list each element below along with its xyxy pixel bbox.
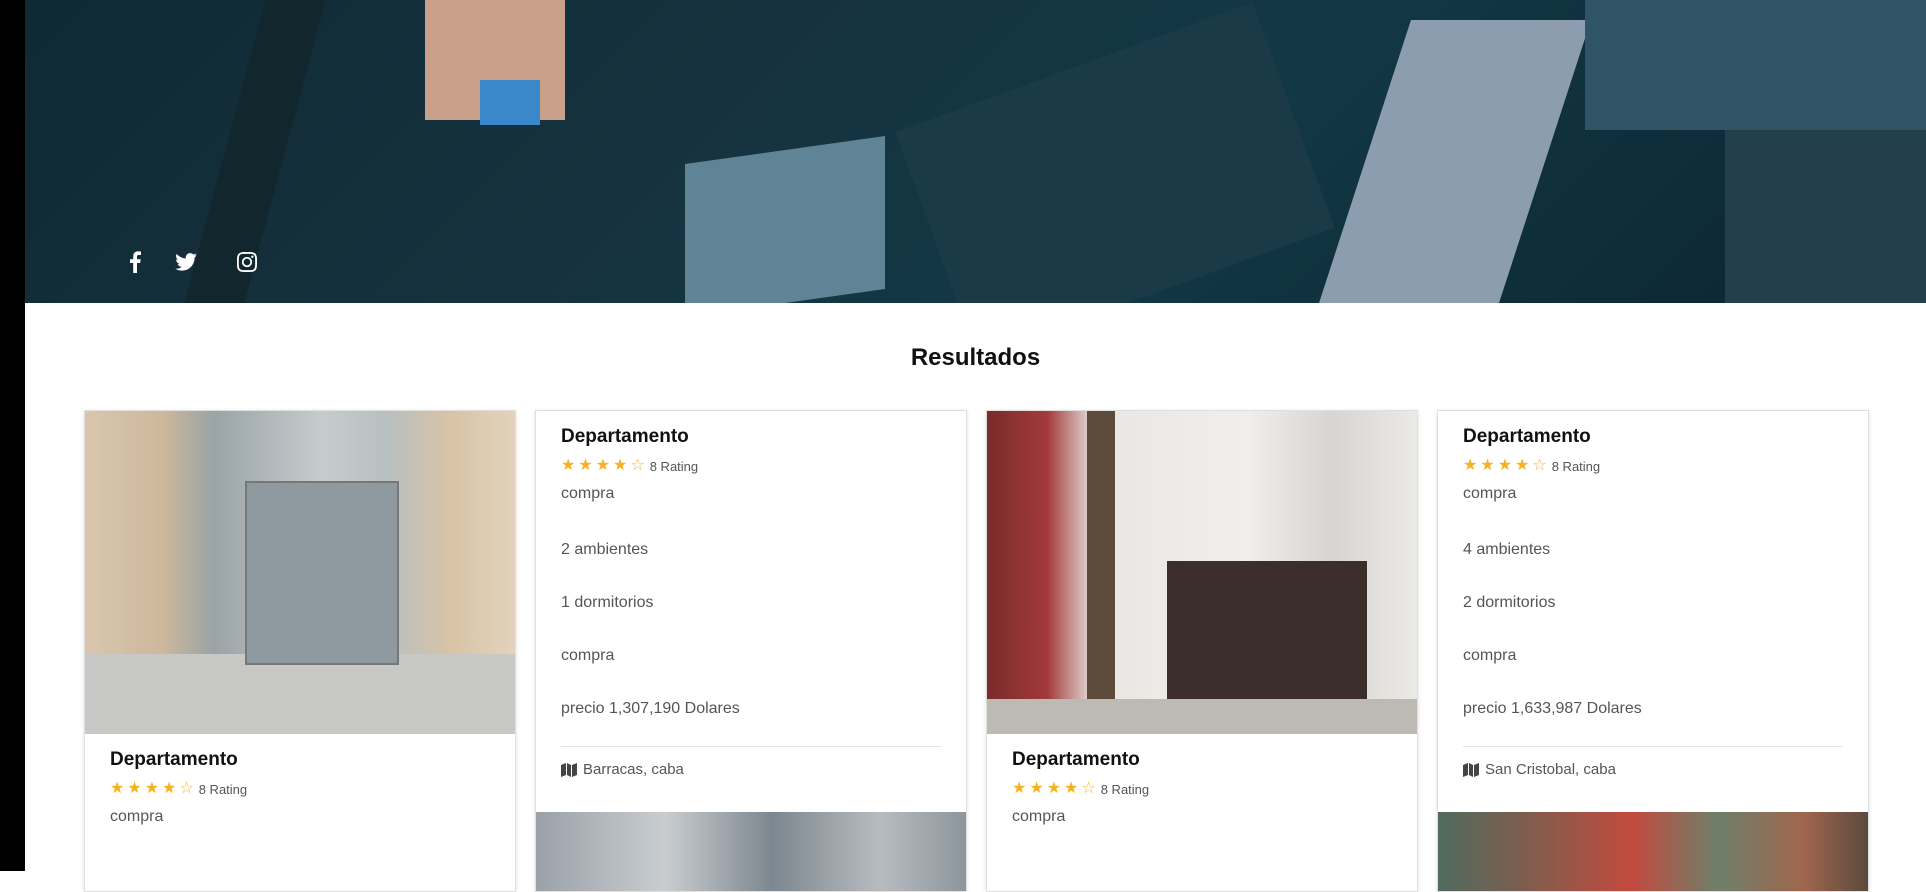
operation-text: compra bbox=[1012, 808, 1066, 825]
rating: ★ ★ ★ ★ ☆ 8 Rating bbox=[1012, 780, 1392, 798]
photo-floor bbox=[85, 654, 515, 734]
divider bbox=[561, 746, 941, 747]
hero-building bbox=[1725, 130, 1926, 303]
photo-door bbox=[245, 481, 399, 665]
property-card[interactable]: Departamento ★ ★ ★ ★ ☆ 8 Rating compra bbox=[986, 410, 1418, 892]
star-icon: ★ bbox=[127, 780, 142, 797]
star-icon: ★ bbox=[110, 780, 125, 797]
hero-building bbox=[685, 135, 885, 303]
card-title[interactable]: Departamento bbox=[561, 425, 941, 449]
property-card[interactable]: Departamento ★ ★ ★ ★ ☆ 8 Rating compra 4… bbox=[1437, 410, 1869, 892]
operation-text: compra bbox=[110, 808, 164, 825]
rating: ★ ★ ★ ★ ☆ 8 Rating bbox=[110, 780, 490, 798]
card-title[interactable]: Departamento bbox=[110, 748, 490, 772]
star-outline-icon: ☆ bbox=[630, 457, 645, 474]
star-icon: ★ bbox=[1064, 780, 1079, 797]
facebook-icon bbox=[130, 251, 141, 273]
operation-text: compra bbox=[1463, 647, 1517, 664]
star-icon: ★ bbox=[1029, 780, 1044, 797]
property-photo bbox=[1438, 812, 1868, 891]
star-outline-icon: ☆ bbox=[179, 780, 194, 797]
rating-text: 8 Rating bbox=[1100, 781, 1150, 797]
property-card[interactable]: Departamento ★ ★ ★ ★ ☆ 8 Rating compra bbox=[84, 410, 516, 892]
hero-building bbox=[1585, 0, 1926, 130]
map-icon bbox=[1463, 762, 1479, 777]
hero-pool bbox=[480, 80, 540, 125]
instagram-link[interactable] bbox=[232, 247, 262, 277]
star-outline-icon: ☆ bbox=[1081, 780, 1096, 797]
property-photo bbox=[85, 411, 515, 734]
star-icon: ★ bbox=[162, 780, 177, 797]
twitter-link[interactable] bbox=[171, 247, 201, 277]
location: Barracas, caba bbox=[561, 761, 941, 778]
instagram-icon bbox=[237, 252, 257, 272]
rating: ★ ★ ★ ★ ☆ 8 Rating bbox=[561, 457, 941, 475]
star-icon: ★ bbox=[1012, 780, 1027, 797]
location-text: San Cristobal, caba bbox=[1485, 761, 1616, 778]
star-icon: ★ bbox=[144, 780, 160, 797]
rating-text: 8 Rating bbox=[1551, 458, 1601, 474]
star-outline-icon: ☆ bbox=[1532, 457, 1547, 474]
card-title[interactable]: Departamento bbox=[1012, 748, 1392, 772]
location: San Cristobal, caba bbox=[1463, 761, 1843, 778]
twitter-icon bbox=[175, 253, 197, 271]
property-photo bbox=[987, 411, 1417, 734]
left-edge-strip bbox=[0, 0, 25, 871]
operation-text: compra bbox=[561, 485, 615, 502]
star-icon: ★ bbox=[1463, 457, 1478, 474]
star-icon: ★ bbox=[595, 457, 611, 474]
hero-banner bbox=[25, 0, 1926, 303]
rooms-text: 4 ambientes bbox=[1463, 541, 1551, 558]
star-icon: ★ bbox=[578, 457, 593, 474]
card-title[interactable]: Departamento bbox=[1463, 425, 1843, 449]
bedrooms-text: 1 dormitorios bbox=[561, 594, 654, 611]
rooms-text: 2 ambientes bbox=[561, 541, 649, 558]
hero-building bbox=[895, 2, 1335, 303]
photo-tree bbox=[1087, 411, 1115, 734]
rating-text: 8 Rating bbox=[198, 781, 248, 797]
operation-text: compra bbox=[561, 647, 615, 664]
bedrooms-text: 2 dormitorios bbox=[1463, 594, 1556, 611]
rating-text: 8 Rating bbox=[649, 458, 699, 474]
star-icon: ★ bbox=[1515, 457, 1530, 474]
map-icon bbox=[561, 762, 577, 777]
photo-shopfront bbox=[1167, 561, 1367, 701]
property-photo bbox=[536, 812, 966, 891]
location-text: Barracas, caba bbox=[583, 761, 684, 778]
star-icon: ★ bbox=[1497, 457, 1513, 474]
divider bbox=[1463, 746, 1843, 747]
star-icon: ★ bbox=[613, 457, 628, 474]
operation-text: compra bbox=[1463, 485, 1517, 502]
results-heading: Resultados bbox=[910, 344, 1041, 371]
price-text: precio 1,307,190 Dolares bbox=[561, 700, 740, 717]
photo-sidewalk bbox=[987, 699, 1417, 734]
star-icon: ★ bbox=[1046, 780, 1062, 797]
hero-building bbox=[1319, 20, 1591, 303]
rating: ★ ★ ★ ★ ☆ 8 Rating bbox=[1463, 457, 1843, 475]
price-text: precio 1,633,987 Dolares bbox=[1463, 700, 1642, 717]
star-icon: ★ bbox=[1480, 457, 1495, 474]
property-card[interactable]: Departamento ★ ★ ★ ★ ☆ 8 Rating compra 2… bbox=[535, 410, 967, 892]
star-icon: ★ bbox=[561, 457, 576, 474]
facebook-link[interactable] bbox=[120, 247, 150, 277]
